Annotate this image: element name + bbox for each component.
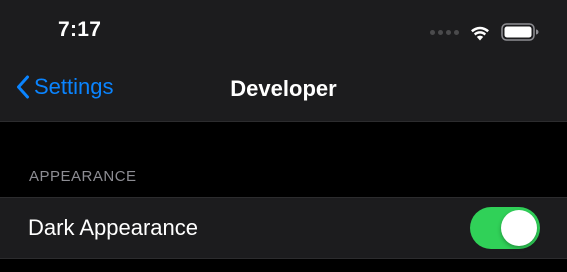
section-header-appearance: APPEARANCE	[29, 168, 137, 185]
nav-divider	[0, 121, 567, 122]
status-icons	[430, 20, 539, 44]
dark-appearance-row: Dark Appearance	[0, 197, 567, 259]
signal-dots-icon	[430, 29, 459, 35]
status-time: 7:17	[58, 18, 102, 41]
header-area: 7:17 Settings Developer	[0, 0, 567, 122]
toggle-knob	[501, 210, 537, 246]
battery-icon	[501, 23, 539, 41]
wifi-icon	[471, 26, 489, 40]
dark-appearance-toggle[interactable]	[470, 207, 540, 249]
screen: 7:17 Settings Developer APPEARANCE Dark …	[0, 0, 567, 272]
page-title: Developer	[230, 76, 337, 101]
dark-appearance-label: Dark Appearance	[28, 215, 198, 240]
